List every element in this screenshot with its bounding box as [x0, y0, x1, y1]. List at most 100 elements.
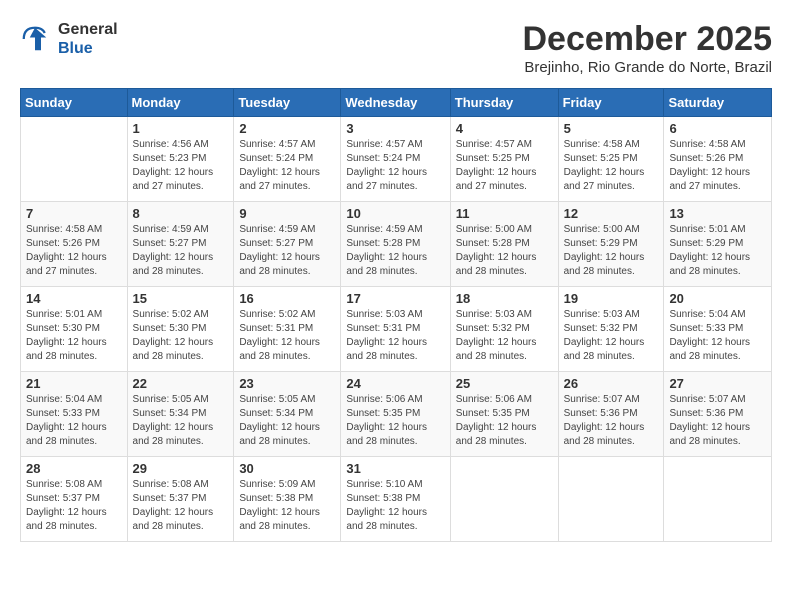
day-info: Sunrise: 4:59 AM Sunset: 5:28 PM Dayligh… — [346, 223, 444, 279]
day-info: Sunrise: 5:06 AM Sunset: 5:35 PM Dayligh… — [456, 393, 553, 449]
day-number: 7 — [26, 206, 122, 221]
day-number: 30 — [239, 461, 335, 476]
day-info: Sunrise: 4:56 AM Sunset: 5:23 PM Dayligh… — [133, 138, 229, 194]
day-number: 11 — [456, 206, 553, 221]
day-info: Sunrise: 5:00 AM Sunset: 5:29 PM Dayligh… — [564, 223, 659, 279]
calendar-cell — [450, 457, 558, 542]
col-header-saturday: Saturday — [664, 89, 772, 117]
day-number: 12 — [564, 206, 659, 221]
day-number: 24 — [346, 376, 444, 391]
logo-general: General — [58, 20, 118, 39]
day-number: 16 — [239, 291, 335, 306]
logo-blue: Blue — [58, 39, 118, 58]
day-number: 27 — [669, 376, 766, 391]
day-number: 14 — [26, 291, 122, 306]
day-info: Sunrise: 4:57 AM Sunset: 5:25 PM Dayligh… — [456, 138, 553, 194]
day-info: Sunrise: 5:04 AM Sunset: 5:33 PM Dayligh… — [669, 308, 766, 364]
day-info: Sunrise: 5:07 AM Sunset: 5:36 PM Dayligh… — [564, 393, 659, 449]
day-info: Sunrise: 5:01 AM Sunset: 5:30 PM Dayligh… — [26, 308, 122, 364]
day-info: Sunrise: 5:10 AM Sunset: 5:38 PM Dayligh… — [346, 478, 444, 534]
header: General Blue December 2025 Brejinho, Rio… — [20, 20, 772, 76]
day-number: 28 — [26, 461, 122, 476]
col-header-friday: Friday — [558, 89, 664, 117]
day-info: Sunrise: 5:06 AM Sunset: 5:35 PM Dayligh… — [346, 393, 444, 449]
day-info: Sunrise: 5:03 AM Sunset: 5:32 PM Dayligh… — [564, 308, 659, 364]
day-info: Sunrise: 5:09 AM Sunset: 5:38 PM Dayligh… — [239, 478, 335, 534]
calendar-cell: 4Sunrise: 4:57 AM Sunset: 5:25 PM Daylig… — [450, 117, 558, 202]
subtitle: Brejinho, Rio Grande do Norte, Brazil — [522, 59, 772, 76]
day-info: Sunrise: 4:58 AM Sunset: 5:26 PM Dayligh… — [26, 223, 122, 279]
logo-icon — [20, 24, 50, 54]
day-number: 8 — [133, 206, 229, 221]
calendar-cell: 26 Sunrise: 5:07 AM Sunset: 5:36 PM Dayli… — [558, 372, 664, 457]
day-info: Sunrise: 5:03 AM Sunset: 5:32 PM Dayligh… — [456, 308, 553, 364]
day-info: Sunrise: 5:08 AM Sunset: 5:37 PM Dayligh… — [26, 478, 122, 534]
day-info: Sunrise: 4:58 AM Sunset: 5:26 PM Dayligh… — [669, 138, 766, 194]
calendar-week-1: 1 Sunrise: 4:56 AM Sunset: 5:23 PM Daylig… — [21, 117, 772, 202]
day-number: 29 — [133, 461, 229, 476]
day-number: 13 — [669, 206, 766, 221]
day-info: Sunrise: 5:04 AM Sunset: 5:33 PM Dayligh… — [26, 393, 122, 449]
day-info: Sunrise: 4:59 AM Sunset: 5:27 PM Dayligh… — [133, 223, 229, 279]
calendar-cell: 14 Sunrise: 5:01 AM Sunset: 5:30 PM Dayli… — [21, 287, 128, 372]
day-info: Sunrise: 5:08 AM Sunset: 5:37 PM Dayligh… — [133, 478, 229, 534]
col-header-monday: Monday — [127, 89, 234, 117]
logo: General Blue — [20, 20, 118, 58]
day-number: 19 — [564, 291, 659, 306]
calendar-cell: 28 Sunrise: 5:08 AM Sunset: 5:37 PM Dayli… — [21, 457, 128, 542]
calendar-week-5: 28 Sunrise: 5:08 AM Sunset: 5:37 PM Dayli… — [21, 457, 772, 542]
calendar-week-2: 7 Sunrise: 4:58 AM Sunset: 5:26 PM Daylig… — [21, 202, 772, 287]
day-number: 15 — [133, 291, 229, 306]
calendar-cell: 12 Sunrise: 5:00 AM Sunset: 5:29 PM Dayli… — [558, 202, 664, 287]
calendar-cell — [664, 457, 772, 542]
day-number: 23 — [239, 376, 335, 391]
calendar-cell: 6 Sunrise: 4:58 AM Sunset: 5:26 PM Daylig… — [664, 117, 772, 202]
calendar-cell: 9 Sunrise: 4:59 AM Sunset: 5:27 PM Daylig… — [234, 202, 341, 287]
day-number: 18 — [456, 291, 553, 306]
calendar-cell: 17 Sunrise: 5:03 AM Sunset: 5:31 PM Dayli… — [341, 287, 450, 372]
day-info: Sunrise: 5:05 AM Sunset: 5:34 PM Dayligh… — [239, 393, 335, 449]
calendar-cell: 1 Sunrise: 4:56 AM Sunset: 5:23 PM Daylig… — [127, 117, 234, 202]
day-number: 3 — [346, 121, 444, 136]
day-number: 17 — [346, 291, 444, 306]
calendar-cell: 24 Sunrise: 5:06 AM Sunset: 5:35 PM Dayli… — [341, 372, 450, 457]
calendar-cell: 10 Sunrise: 4:59 AM Sunset: 5:28 PM Dayli… — [341, 202, 450, 287]
day-number: 26 — [564, 376, 659, 391]
calendar-cell: 5Sunrise: 4:58 AM Sunset: 5:25 PM Daylig… — [558, 117, 664, 202]
calendar-header-row: SundayMondayTuesdayWednesdayThursdayFrid… — [21, 89, 772, 117]
title-section: December 2025 Brejinho, Rio Grande do No… — [522, 20, 772, 76]
day-number: 2 — [239, 121, 335, 136]
day-info: Sunrise: 5:05 AM Sunset: 5:34 PM Dayligh… — [133, 393, 229, 449]
day-number: 31 — [346, 461, 444, 476]
calendar-week-4: 21 Sunrise: 5:04 AM Sunset: 5:33 PM Dayli… — [21, 372, 772, 457]
calendar-cell: 16 Sunrise: 5:02 AM Sunset: 5:31 PM Dayli… — [234, 287, 341, 372]
calendar-table: SundayMondayTuesdayWednesdayThursdayFrid… — [20, 88, 772, 542]
calendar-cell — [21, 117, 128, 202]
calendar-cell: 23 Sunrise: 5:05 AM Sunset: 5:34 PM Dayli… — [234, 372, 341, 457]
calendar-cell: 29 Sunrise: 5:08 AM Sunset: 5:37 PM Dayli… — [127, 457, 234, 542]
calendar-cell: 30 Sunrise: 5:09 AM Sunset: 5:38 PM Dayli… — [234, 457, 341, 542]
day-number: 1 — [133, 121, 229, 136]
day-number: 20 — [669, 291, 766, 306]
day-number: 22 — [133, 376, 229, 391]
day-number: 10 — [346, 206, 444, 221]
col-header-wednesday: Wednesday — [341, 89, 450, 117]
col-header-tuesday: Tuesday — [234, 89, 341, 117]
calendar-cell: 3 Sunrise: 4:57 AM Sunset: 5:24 PM Daylig… — [341, 117, 450, 202]
day-number: 6 — [669, 121, 766, 136]
day-number: 21 — [26, 376, 122, 391]
day-number: 25 — [456, 376, 553, 391]
col-header-thursday: Thursday — [450, 89, 558, 117]
day-info: Sunrise: 5:02 AM Sunset: 5:30 PM Dayligh… — [133, 308, 229, 364]
day-info: Sunrise: 5:03 AM Sunset: 5:31 PM Dayligh… — [346, 308, 444, 364]
day-info: Sunrise: 4:59 AM Sunset: 5:27 PM Dayligh… — [239, 223, 335, 279]
calendar-cell: 22 Sunrise: 5:05 AM Sunset: 5:34 PM Dayli… — [127, 372, 234, 457]
calendar-cell: 13Sunrise: 5:01 AM Sunset: 5:29 PM Dayli… — [664, 202, 772, 287]
calendar-cell: 18 Sunrise: 5:03 AM Sunset: 5:32 PM Dayli… — [450, 287, 558, 372]
day-number: 5 — [564, 121, 659, 136]
day-number: 9 — [239, 206, 335, 221]
day-info: Sunrise: 4:57 AM Sunset: 5:24 PM Dayligh… — [346, 138, 444, 194]
calendar-cell: 21 Sunrise: 5:04 AM Sunset: 5:33 PM Dayli… — [21, 372, 128, 457]
col-header-sunday: Sunday — [21, 89, 128, 117]
day-info: Sunrise: 5:02 AM Sunset: 5:31 PM Dayligh… — [239, 308, 335, 364]
